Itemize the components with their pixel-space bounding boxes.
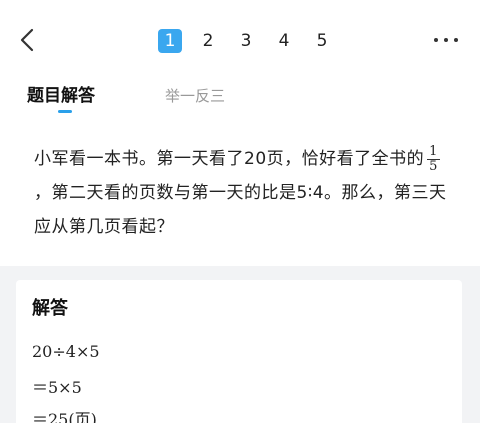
more-dots-icon xyxy=(434,38,458,42)
fraction-denominator: 5 xyxy=(429,158,438,174)
question-text-part1: 小军看一本书。第一天看了20页，恰好看了全书的 xyxy=(34,149,425,169)
page-3-button[interactable]: 3 xyxy=(234,29,258,53)
top-bar: 1 2 3 4 5 xyxy=(0,0,480,80)
more-button[interactable] xyxy=(432,30,460,50)
chevron-left-icon xyxy=(20,28,34,52)
tab-similar-practice[interactable]: 举一反三 xyxy=(165,84,225,108)
page-selector: 1 2 3 4 5 xyxy=(158,28,348,54)
page-5-button[interactable]: 5 xyxy=(310,29,334,53)
fraction-numerator: 1 xyxy=(427,143,440,160)
tab-bar: 题目解答 举一反三 xyxy=(0,80,480,120)
answer-card: 解答 20÷4×5 ＝5×5 ＝25(页) xyxy=(16,280,462,423)
question-text-part2: ，第二天看的页数与第一天的比是5∶4。那么，第三天应从第几页看起？ xyxy=(34,183,447,237)
answer-step-2: ＝5×5 xyxy=(32,378,82,397)
question-panel: 小军看一本书。第一天看了20页，恰好看了全书的 1 5 ，第二天看的页数与第一天的比是… xyxy=(0,120,480,266)
question-text: 小军看一本书。第一天看了20页，恰好看了全书的 1 5 ，第二天看的页数与第一天的比是… xyxy=(34,142,454,244)
back-button[interactable] xyxy=(14,26,42,54)
answer-step-3: ＝25(页) xyxy=(32,410,97,423)
page-1-button[interactable]: 1 xyxy=(158,29,182,53)
active-tab-indicator xyxy=(58,110,72,113)
page-4-button[interactable]: 4 xyxy=(272,29,296,53)
fraction-one-fifth: 15 xyxy=(427,143,440,174)
answer-title: 解答 xyxy=(32,298,68,319)
answer-step-1: 20÷4×5 xyxy=(32,342,100,361)
tab-answer[interactable]: 题目解答 xyxy=(27,84,95,108)
page-2-button[interactable]: 2 xyxy=(196,29,220,53)
